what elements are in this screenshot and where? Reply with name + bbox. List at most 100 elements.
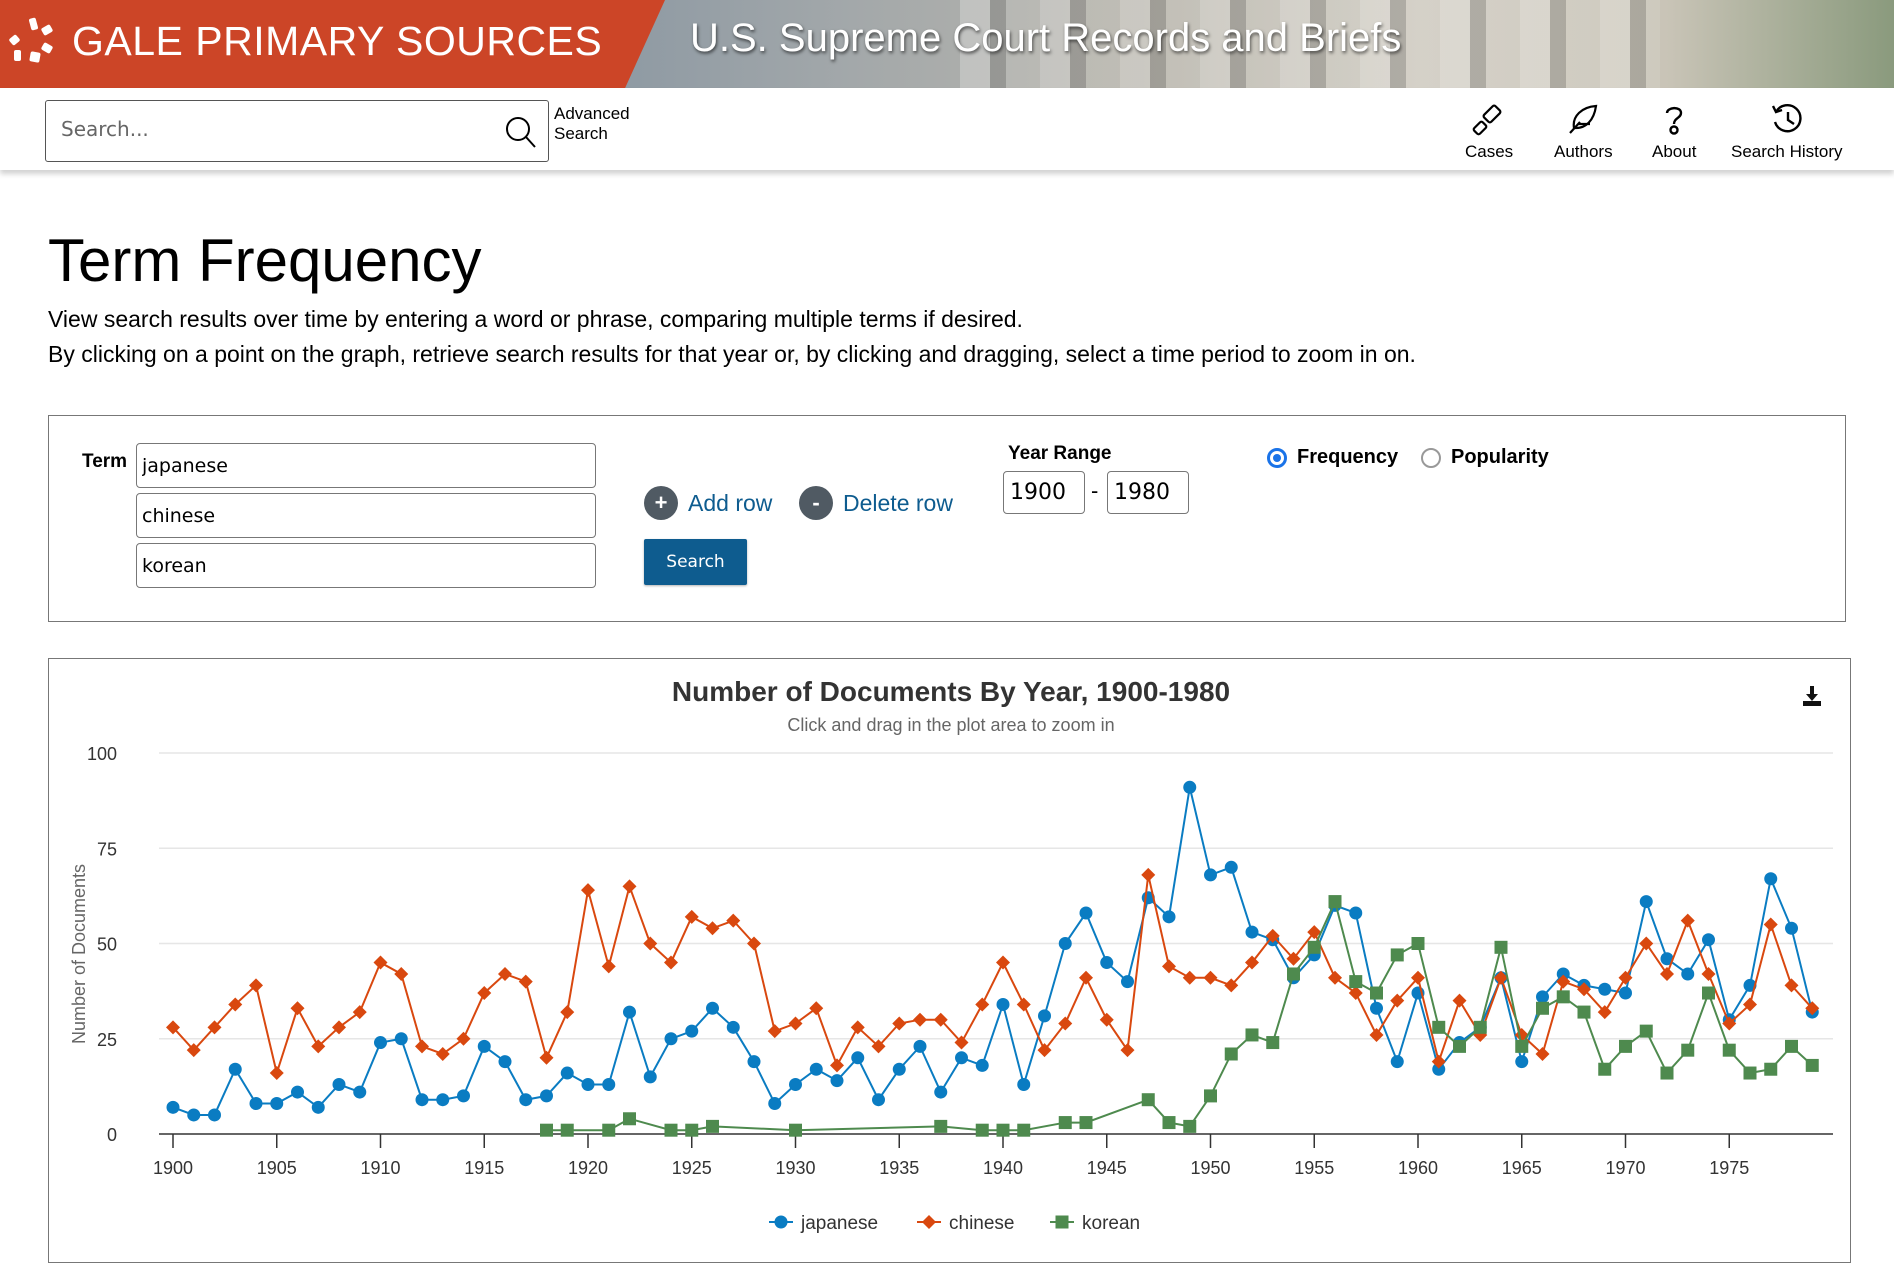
nav-about[interactable]: About <box>1652 102 1696 162</box>
data-point-korean[interactable] <box>1598 1062 1612 1076</box>
data-point-japanese[interactable] <box>332 1077 346 1091</box>
data-point-japanese[interactable] <box>643 1070 657 1084</box>
data-point-korean[interactable] <box>1390 948 1404 962</box>
data-point-japanese[interactable] <box>1390 1055 1404 1069</box>
data-point-korean[interactable] <box>1266 1036 1280 1050</box>
legend-item-japanese[interactable]: japanese <box>769 1213 878 1234</box>
data-point-japanese[interactable] <box>581 1077 595 1091</box>
data-point-chinese[interactable] <box>788 1016 803 1031</box>
download-icon[interactable] <box>1800 683 1824 709</box>
data-point-japanese[interactable] <box>1370 1001 1383 1015</box>
data-point-chinese[interactable] <box>767 1024 782 1039</box>
data-point-japanese[interactable] <box>1224 860 1238 874</box>
data-point-korean[interactable] <box>996 1123 1010 1137</box>
term-input-1[interactable] <box>136 443 596 488</box>
nav-cases[interactable]: Cases <box>1465 102 1513 162</box>
data-point-korean[interactable] <box>685 1123 699 1137</box>
brand-link[interactable]: GALE PRIMARY SOURCES <box>8 16 602 66</box>
data-point-korean[interactable] <box>1805 1058 1819 1072</box>
data-point-japanese[interactable] <box>353 1085 367 1099</box>
data-point-korean[interactable] <box>1183 1119 1197 1133</box>
data-point-korean[interactable] <box>1307 940 1321 954</box>
data-point-japanese[interactable] <box>664 1032 678 1046</box>
data-point-japanese[interactable] <box>1619 986 1632 1000</box>
data-point-japanese[interactable] <box>1162 910 1176 924</box>
data-point-japanese[interactable] <box>913 1039 927 1053</box>
data-point-japanese[interactable] <box>1639 895 1653 909</box>
data-point-chinese[interactable] <box>1182 970 1197 985</box>
data-point-chinese[interactable] <box>1452 993 1467 1008</box>
radio-frequency[interactable]: Frequency <box>1267 446 1398 469</box>
data-point-chinese[interactable] <box>1660 966 1674 981</box>
data-point-japanese[interactable] <box>872 1093 885 1107</box>
data-point-korean[interactable] <box>1660 1066 1674 1080</box>
legend-marker-korean[interactable] <box>1055 1215 1069 1229</box>
data-point-japanese[interactable] <box>955 1051 968 1065</box>
data-point-korean[interactable] <box>1764 1062 1778 1076</box>
data-point-korean[interactable] <box>1536 1001 1549 1015</box>
data-point-chinese[interactable] <box>415 1039 429 1054</box>
data-point-chinese[interactable] <box>581 883 595 898</box>
data-point-chinese[interactable] <box>1079 970 1093 985</box>
legend-marker-japanese[interactable] <box>774 1215 788 1229</box>
data-point-chinese[interactable] <box>560 1005 575 1020</box>
data-point-korean[interactable] <box>1473 1020 1487 1034</box>
data-point-korean[interactable] <box>1722 1043 1736 1057</box>
data-point-korean[interactable] <box>1370 986 1383 1000</box>
legend-item-korean[interactable]: korean <box>1050 1213 1140 1234</box>
data-point-chinese[interactable] <box>1763 917 1778 932</box>
data-point-chinese[interactable] <box>1348 986 1363 1001</box>
search-icon[interactable] <box>504 115 538 149</box>
legend-marker-chinese[interactable] <box>922 1215 936 1229</box>
data-point-chinese[interactable] <box>1203 970 1218 985</box>
data-point-korean[interactable] <box>1639 1024 1653 1038</box>
data-point-chinese[interactable] <box>373 955 388 970</box>
legend-item-chinese[interactable]: chinese <box>917 1213 1015 1234</box>
term-frequency-chart[interactable]: Number of Documents By Year, 1900-1980 C… <box>49 659 1852 1264</box>
data-point-korean[interactable] <box>1328 895 1342 909</box>
data-point-korean[interactable] <box>1141 1093 1155 1107</box>
data-point-japanese[interactable] <box>477 1039 491 1053</box>
year-to-input[interactable] <box>1107 471 1189 514</box>
advanced-search-link[interactable]: Advanced Search <box>554 104 630 144</box>
data-point-korean[interactable] <box>1224 1047 1238 1061</box>
radio-popularity[interactable]: Popularity <box>1421 446 1549 469</box>
data-point-chinese[interactable] <box>830 1058 844 1073</box>
data-point-japanese[interactable] <box>228 1062 242 1076</box>
data-point-chinese[interactable] <box>1369 1027 1384 1042</box>
data-point-chinese[interactable] <box>601 959 616 974</box>
data-point-korean[interactable] <box>1245 1028 1259 1042</box>
term-input-3[interactable] <box>136 543 596 588</box>
data-point-chinese[interactable] <box>1680 913 1695 928</box>
data-point-chinese[interactable] <box>518 974 533 989</box>
data-point-japanese[interactable] <box>706 1001 719 1015</box>
search-input[interactable] <box>61 117 481 141</box>
search-button[interactable]: Search <box>644 539 747 585</box>
data-point-japanese[interactable] <box>1785 921 1798 935</box>
data-point-japanese[interactable] <box>1079 906 1093 920</box>
data-point-japanese[interactable] <box>996 997 1010 1011</box>
data-point-japanese[interactable] <box>747 1055 761 1069</box>
data-point-japanese[interactable] <box>1515 1055 1529 1069</box>
data-point-japanese[interactable] <box>623 1005 636 1019</box>
data-point-japanese[interactable] <box>685 1024 699 1038</box>
data-point-chinese[interactable] <box>269 1066 284 1081</box>
data-point-japanese[interactable] <box>1764 872 1778 886</box>
data-point-japanese[interactable] <box>249 1097 263 1111</box>
data-point-japanese[interactable] <box>540 1089 553 1103</box>
data-point-chinese[interactable] <box>539 1050 554 1065</box>
data-point-korean[interactable] <box>789 1123 802 1137</box>
data-point-chinese[interactable] <box>809 1001 824 1016</box>
data-point-japanese[interactable] <box>726 1020 740 1034</box>
data-point-japanese[interactable] <box>602 1077 616 1091</box>
data-point-chinese[interactable] <box>1120 1043 1135 1058</box>
collection-title[interactable]: U.S. Supreme Court Records and Briefs <box>690 16 1401 61</box>
data-point-chinese[interactable] <box>705 921 720 936</box>
data-point-korean[interactable] <box>1349 975 1363 989</box>
add-row-button[interactable]: + Add row <box>644 486 772 520</box>
data-point-japanese[interactable] <box>560 1066 574 1080</box>
data-point-japanese[interactable] <box>187 1108 201 1122</box>
data-point-japanese[interactable] <box>498 1055 512 1069</box>
data-point-korean[interactable] <box>975 1123 989 1137</box>
data-point-japanese[interactable] <box>1349 906 1363 920</box>
